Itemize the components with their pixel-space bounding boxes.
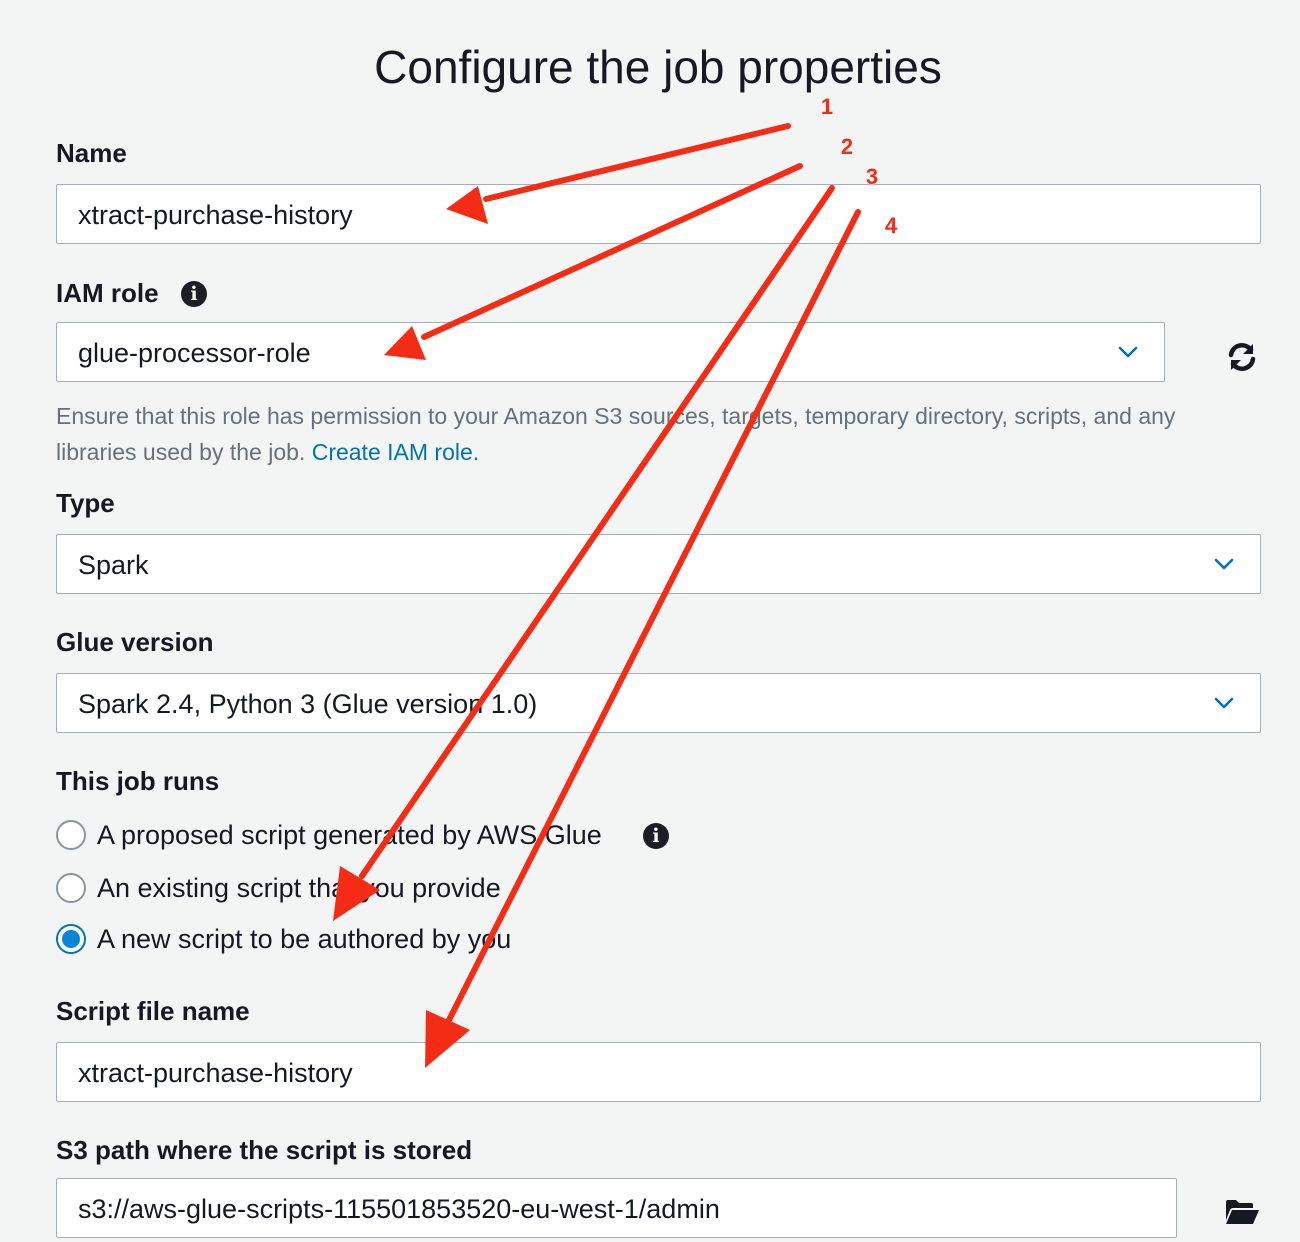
s3-path-input[interactable]: s3://aws-glue-scripts-115501853520-eu-we… [56, 1178, 1177, 1238]
iam-role-help-text: Ensure that this role has permission to … [56, 398, 1256, 470]
chevron-down-icon [1212, 535, 1236, 593]
iam-role-help-body: Ensure that this role has permission to … [56, 403, 1176, 465]
name-label: Name [56, 138, 127, 168]
refresh-icon[interactable] [1226, 341, 1258, 378]
name-input[interactable]: xtract-purchase-history [56, 184, 1261, 244]
job-runs-label: This job runs [56, 766, 220, 796]
radio-option-existing-script[interactable]: An existing script that you provide [56, 870, 501, 906]
radio-button[interactable] [56, 873, 86, 903]
create-iam-role-link[interactable]: Create IAM role. [312, 439, 479, 465]
type-label: Type [56, 488, 115, 518]
chevron-down-icon [1212, 674, 1236, 732]
radio-option-proposed-script[interactable]: A proposed script generated by AWS Glue [56, 817, 602, 853]
radio-label-new: A new script to be authored by you [97, 923, 512, 954]
info-icon[interactable]: i [643, 823, 669, 849]
radio-button[interactable] [56, 820, 86, 850]
type-value: Spark [78, 550, 149, 580]
folder-open-icon[interactable] [1224, 1198, 1260, 1231]
radio-button-selected[interactable] [56, 924, 86, 954]
s3-path-label: S3 path where the script is stored [56, 1135, 473, 1165]
script-file-label: Script file name [56, 996, 250, 1026]
iam-role-label: IAM role [56, 278, 159, 308]
info-icon[interactable]: i [181, 281, 207, 307]
annotation-number-1: 1 [821, 94, 833, 119]
iam-role-value: glue-processor-role [78, 338, 311, 368]
radio-label-existing: An existing script that you provide [97, 872, 501, 903]
script-file-input[interactable]: xtract-purchase-history [56, 1042, 1261, 1102]
glue-version-select[interactable]: Spark 2.4, Python 3 (Glue version 1.0) [56, 673, 1261, 733]
glue-version-label: Glue version [56, 627, 214, 657]
type-select[interactable]: Spark [56, 534, 1261, 594]
iam-role-select[interactable]: glue-processor-role [56, 322, 1165, 382]
radio-label-proposed: A proposed script generated by AWS Glue [97, 819, 602, 850]
chevron-down-icon [1116, 323, 1140, 381]
annotation-number-2: 2 [841, 134, 853, 159]
radio-option-new-script[interactable]: A new script to be authored by you [56, 921, 511, 957]
page-title: Configure the job properties [374, 41, 942, 93]
glue-version-value: Spark 2.4, Python 3 (Glue version 1.0) [78, 689, 538, 719]
